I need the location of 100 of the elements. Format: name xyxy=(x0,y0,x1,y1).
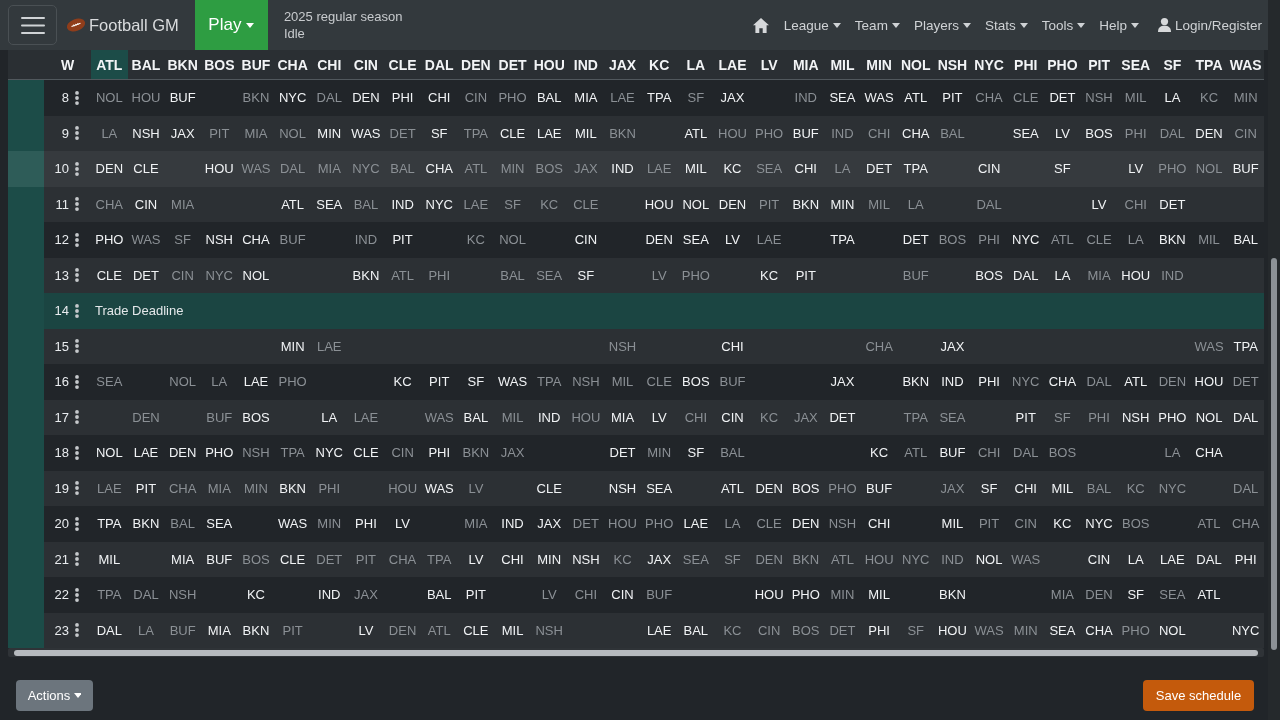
vertical-dots-icon[interactable] xyxy=(75,126,79,141)
nav-menu-link[interactable]: Stats xyxy=(977,17,1035,33)
opponent-team: IND xyxy=(501,516,524,532)
opponent-team: CHI xyxy=(1014,480,1037,496)
opponent-team: BUF xyxy=(169,90,196,106)
opponent-team: PIT xyxy=(795,267,816,283)
opponent-team: MIN xyxy=(1013,622,1038,638)
opponent-team: ATL xyxy=(1197,587,1221,603)
opponent-team: ATL xyxy=(721,480,744,496)
vertical-dots-icon[interactable] xyxy=(75,623,79,638)
vertical-dots-icon[interactable] xyxy=(75,339,79,354)
opponent-team: BKN xyxy=(792,196,820,212)
opponent-team: PIT xyxy=(355,551,377,567)
opponent-team: WAS xyxy=(974,622,1004,638)
team-column-header: BKN xyxy=(166,55,199,75)
vertical-dots-icon[interactable] xyxy=(75,161,79,176)
vertical-dots-icon[interactable] xyxy=(75,303,79,318)
vertical-dots-icon[interactable] xyxy=(75,90,79,105)
vertical-dots-icon[interactable] xyxy=(75,268,79,283)
row-edge-bar xyxy=(8,186,44,222)
caret-icon xyxy=(74,693,82,698)
nav-menu-link[interactable]: Players xyxy=(906,17,978,33)
opponent-team: TPA xyxy=(97,587,122,603)
opponent-team: TPA xyxy=(280,445,305,461)
opponent-team: CLE xyxy=(96,267,122,283)
opponent-team: IND xyxy=(941,374,964,390)
opponent-team: BKN xyxy=(462,445,490,461)
opponent-team: JAX xyxy=(830,374,855,390)
login-link[interactable]: Login/Register xyxy=(1174,17,1262,33)
opponent-team: MIN xyxy=(647,445,672,461)
week-number: 12 xyxy=(54,232,69,248)
team-column-header: NOL xyxy=(900,55,932,75)
brand-name[interactable]: Football GM xyxy=(89,15,179,35)
opponent-team: LAE xyxy=(133,445,159,461)
horizontal-scrollbar[interactable] xyxy=(8,648,1264,657)
opponent-team: KC xyxy=(870,445,889,461)
opponent-team: CLE xyxy=(499,125,526,141)
opponent-team: DAL xyxy=(133,587,159,603)
opponent-team: MIL xyxy=(611,374,634,390)
nav-menu-link[interactable]: Help xyxy=(1092,17,1146,33)
opponent-team: PHO xyxy=(791,587,820,603)
opponent-team: IND xyxy=(611,161,634,177)
opponent-team: NYC xyxy=(1158,480,1187,496)
opponent-team: HOU xyxy=(571,409,601,425)
opponent-team: DET xyxy=(389,125,416,141)
nav-menu-link[interactable]: Tools xyxy=(1034,17,1093,33)
nav-menu-link[interactable]: Team xyxy=(847,17,907,33)
opponent-team: BAL xyxy=(536,90,562,106)
team-column-header: BAL xyxy=(130,55,162,75)
opponent-team: SF xyxy=(504,196,521,212)
home-icon[interactable] xyxy=(752,17,769,33)
opponent-team: KC xyxy=(466,232,485,248)
vertical-dots-icon[interactable] xyxy=(75,232,79,247)
opponent-team: SF xyxy=(907,622,925,638)
opponent-team: CHI xyxy=(794,161,817,177)
opponent-team: NSH xyxy=(1121,409,1150,425)
vertical-scrollbar[interactable] xyxy=(1268,0,1280,720)
vertical-dots-icon[interactable] xyxy=(75,410,79,425)
opponent-team: BUF xyxy=(939,445,966,461)
save-schedule-button[interactable]: Save schedule xyxy=(1143,680,1254,711)
vertical-dots-icon[interactable] xyxy=(75,374,79,389)
opponent-team: CHA xyxy=(388,551,417,567)
opponent-team: SEA xyxy=(939,409,966,425)
opponent-team: BKN xyxy=(352,267,380,283)
opponent-team: SF xyxy=(980,480,998,496)
week-number: 23 xyxy=(54,622,69,638)
menu-button[interactable] xyxy=(8,5,57,45)
opponent-team: BAL xyxy=(1233,232,1258,248)
opponent-team: NOL xyxy=(1195,409,1223,425)
vertical-dots-icon[interactable] xyxy=(75,481,79,496)
opponent-team: NOL xyxy=(169,374,196,390)
opponent-team: DEN xyxy=(1085,587,1113,603)
opponent-team: IND xyxy=(391,196,414,212)
opponent-team: ATL xyxy=(831,551,854,567)
opponent-team: IND xyxy=(794,90,817,106)
row-edge-bar xyxy=(8,115,44,151)
vertical-dots-icon[interactable] xyxy=(75,587,79,602)
actions-button[interactable]: Actions xyxy=(16,680,93,711)
opponent-team: PHI xyxy=(978,232,1000,248)
row-edge-bar xyxy=(8,612,44,648)
opponent-team: LAE xyxy=(610,90,635,106)
opponent-team: PIT xyxy=(209,125,230,141)
opponent-team: PHI xyxy=(1124,125,1147,141)
opponent-team: NSH xyxy=(608,338,637,354)
caret-icon xyxy=(1019,22,1028,28)
opponent-team: LV xyxy=(725,232,740,248)
opponent-team: JAX xyxy=(940,338,965,354)
opponent-team: CHI xyxy=(501,551,524,567)
opponent-team: TPA xyxy=(1233,338,1258,354)
nav-menu-link[interactable]: League xyxy=(776,17,848,33)
opponent-team: LAE xyxy=(463,196,489,212)
vertical-dots-icon[interactable] xyxy=(75,445,79,460)
opponent-team: DAL xyxy=(1233,409,1259,425)
vertical-dots-icon[interactable] xyxy=(75,516,79,531)
vertical-dots-icon[interactable] xyxy=(75,197,79,212)
opponent-team: PIT xyxy=(465,587,486,603)
vertical-dots-icon[interactable] xyxy=(75,552,79,567)
event-label: Trade Deadline xyxy=(95,303,184,319)
opponent-team: ATL xyxy=(904,445,928,461)
opponent-team: PIT xyxy=(942,90,963,106)
